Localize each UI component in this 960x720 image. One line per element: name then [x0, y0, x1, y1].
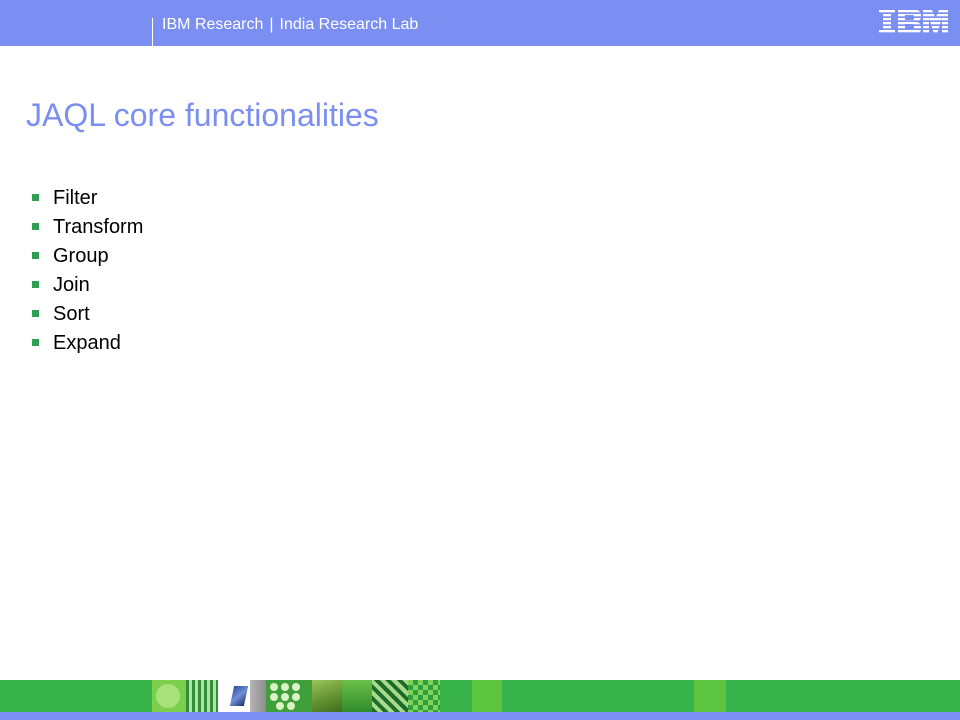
- square-bullet-icon: [32, 281, 39, 288]
- footer-dots-tile: [266, 680, 312, 712]
- square-bullet-icon: [32, 252, 39, 259]
- header-divider: [152, 18, 153, 46]
- footer-strip: [0, 712, 960, 720]
- header-lab: India Research Lab: [279, 16, 419, 33]
- bullet-label-sort: Sort: [53, 302, 90, 325]
- square-bullet-icon: [32, 339, 39, 346]
- footer-stripes-tile: [186, 680, 218, 712]
- footer-checker-tile: [408, 680, 440, 712]
- footer-field-tile: [312, 680, 342, 712]
- bullet-item: Join: [32, 270, 143, 299]
- square-bullet-icon: [32, 223, 39, 230]
- bullet-label-expand: Expand: [53, 331, 121, 354]
- bullet-label-join: Join: [53, 273, 90, 296]
- bullet-item: Expand: [32, 328, 143, 357]
- header-text: IBM Research | India Research Lab: [162, 15, 418, 35]
- slide-title: JAQL core functionalities: [26, 97, 379, 133]
- bullet-item: Sort: [32, 299, 143, 328]
- bullet-label-filter: Filter: [53, 186, 98, 209]
- square-bullet-icon: [32, 194, 39, 201]
- bullet-item: Transform: [32, 212, 143, 241]
- footer-weave-tile: [372, 680, 408, 712]
- footer-light-tile: [694, 680, 726, 712]
- bullet-list: Filter Transform Group Join Sort Expand: [32, 183, 143, 357]
- footer-grass-tile: [342, 680, 372, 712]
- ibm-logo: [879, 10, 948, 34]
- square-bullet-icon: [32, 310, 39, 317]
- bullet-label-group: Group: [53, 244, 109, 267]
- header-separator: |: [269, 16, 274, 33]
- bullet-item: Filter: [32, 183, 143, 212]
- footer-light-tile: [472, 680, 502, 712]
- bullet-item: Group: [32, 241, 143, 270]
- footer-white-tile: [218, 680, 228, 712]
- footer-grey-tile: [250, 680, 266, 712]
- header-org: IBM Research: [162, 16, 264, 33]
- footer-circle-tile: [152, 680, 186, 712]
- bullet-label-transform: Transform: [53, 215, 144, 238]
- header-bar: IBM Research | India Research Lab: [0, 0, 960, 46]
- footer-building-tile: [228, 680, 250, 712]
